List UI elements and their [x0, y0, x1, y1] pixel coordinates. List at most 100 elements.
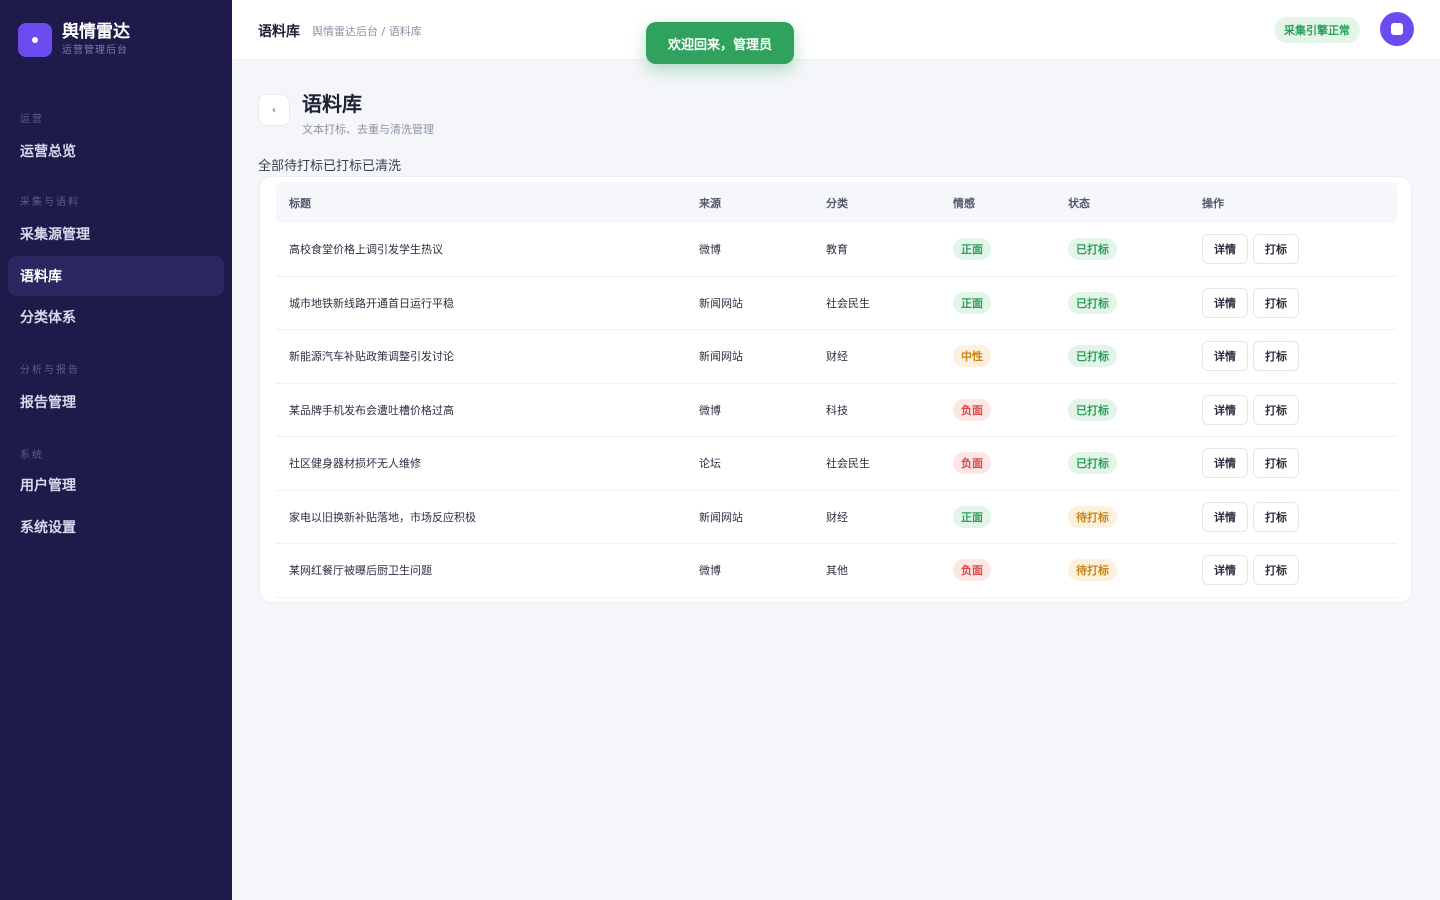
column-header-status: 状态 [1068, 196, 1090, 210]
detail-button[interactable]: 详情 [1202, 287, 1248, 318]
cell-title: 家电以旧换新补贴落地，市场反应积极 [289, 491, 476, 544]
status-badge: 已打标 [1068, 398, 1117, 421]
cell-status: 已打标 [1068, 223, 1117, 276]
row-category: 财经 [826, 510, 848, 524]
row-title: 城市地铁新线路开通首日运行平稳 [289, 296, 454, 310]
detail-button[interactable]: 详情 [1202, 448, 1248, 479]
sidebar-item-users[interactable]: 用户管理 [8, 465, 224, 505]
cell-source: 微博 [699, 384, 721, 437]
tab-all[interactable]: 全部 [258, 155, 284, 174]
cell-actions: 详情 打标 [1202, 491, 1304, 544]
row-title: 某品牌手机发布会遭吐槽价格过高 [289, 403, 454, 417]
row-title: 新能源汽车补贴政策调整引发讨论 [289, 350, 454, 364]
sidebar-item-reports[interactable]: 报告管理 [8, 382, 224, 422]
nav-group-label: 分析与报告 [20, 365, 80, 376]
engine-status-badge: 采集引擎正常 [1274, 17, 1360, 43]
cell-actions: 详情 打标 [1202, 277, 1304, 330]
nav-group-label: 运营 [20, 114, 44, 125]
breadcrumb: 舆情雷达后台 / 语料库 [312, 25, 422, 38]
radar-logo-icon [18, 23, 52, 57]
row-source: 论坛 [699, 457, 721, 471]
column-header-title: 标题 [289, 196, 311, 210]
label-button[interactable]: 打标 [1253, 501, 1299, 532]
page-subtitle: 文本打标、去重与清洗管理 [302, 123, 434, 136]
tab-pending[interactable]: 待打标 [284, 155, 323, 174]
corpus-table-card: 标题 来源 分类 情感 状态 操作 高校食堂价格上调引发学生热议 微博 教育 正面 已打… [259, 176, 1412, 603]
sentiment-badge: 中性 [953, 345, 991, 368]
sidebar-item-settings[interactable]: 系统设置 [8, 507, 224, 547]
tab-labeled[interactable]: 已打标 [323, 155, 362, 174]
cell-sentiment: 负面 [953, 437, 991, 490]
status-badge: 已打标 [1068, 452, 1117, 475]
label-button[interactable]: 打标 [1253, 555, 1299, 586]
cell-source: 新闻网站 [699, 330, 743, 383]
detail-button[interactable]: 详情 [1202, 341, 1248, 372]
cell-actions: 详情 打标 [1202, 437, 1304, 490]
corpus-table: 标题 来源 分类 情感 状态 操作 高校食堂价格上调引发学生热议 微博 教育 正面 已打… [276, 182, 1397, 598]
label-button[interactable]: 打标 [1253, 234, 1299, 265]
row-title: 社区健身器材损坏无人维修 [289, 457, 421, 471]
cell-sentiment: 中性 [953, 330, 991, 383]
table-header: 标题 来源 分类 情感 状态 操作 [276, 182, 1397, 223]
nav-group-label: 采集与语料 [20, 197, 80, 208]
sidebar-item-taxonomy[interactable]: 分类体系 [8, 297, 224, 337]
row-source: 微博 [699, 243, 721, 257]
sentiment-badge: 正面 [953, 291, 991, 314]
sidebar: 舆情雷达 运营管理后台 运营 运营总览 采集与语料 采集源管理 语料库 分类体系… [0, 0, 232, 900]
cell-title: 某网红餐厅被曝后厨卫生问题 [289, 544, 432, 597]
detail-button[interactable]: 详情 [1202, 501, 1248, 532]
status-badge: 已打标 [1068, 238, 1117, 261]
back-button[interactable]: ‹ [258, 94, 290, 126]
sidebar-item-overview[interactable]: 运营总览 [8, 131, 224, 171]
status-badge: 已打标 [1068, 291, 1117, 314]
detail-button[interactable]: 详情 [1202, 555, 1248, 586]
cell-status: 已打标 [1068, 277, 1117, 330]
detail-button[interactable]: 详情 [1202, 234, 1248, 265]
label-button[interactable]: 打标 [1253, 341, 1299, 372]
cell-sentiment: 正面 [953, 223, 991, 276]
cell-category: 财经 [826, 330, 848, 383]
table-row: 社区健身器材损坏无人维修 论坛 社会民生 负面 已打标 详情 打标 [276, 437, 1397, 491]
cell-category: 其他 [826, 544, 848, 597]
label-button[interactable]: 打标 [1253, 448, 1299, 479]
column-header-sentiment: 情感 [953, 196, 975, 210]
sidebar-item-corpus[interactable]: 语料库 [8, 256, 224, 296]
row-category: 社会民生 [826, 296, 870, 310]
cell-sentiment: 负面 [953, 544, 991, 597]
cell-source: 微博 [699, 223, 721, 276]
column-header-category: 分类 [826, 196, 848, 210]
detail-button[interactable]: 详情 [1202, 394, 1248, 425]
cell-actions: 详情 打标 [1202, 384, 1304, 437]
label-button[interactable]: 打标 [1253, 287, 1299, 318]
cell-actions: 详情 打标 [1202, 330, 1304, 383]
filter-tabs: 全部 待打标 已打标 已清洗 [258, 155, 401, 174]
user-avatar[interactable] [1380, 12, 1414, 46]
sidebar-item-sources[interactable]: 采集源管理 [8, 214, 224, 254]
cell-status: 已打标 [1068, 437, 1117, 490]
row-source: 新闻网站 [699, 296, 743, 310]
cell-title: 高校食堂价格上调引发学生热议 [289, 223, 443, 276]
table-row: 某品牌手机发布会遭吐槽价格过高 微博 科技 负面 已打标 详情 打标 [276, 384, 1397, 437]
table-row: 某网红餐厅被曝后厨卫生问题 微博 其他 负面 待打标 详情 打标 [276, 544, 1397, 598]
cell-category: 教育 [826, 223, 848, 276]
cell-sentiment: 正面 [953, 277, 991, 330]
row-source: 微博 [699, 403, 721, 417]
table-row: 高校食堂价格上调引发学生热议 微博 教育 正面 已打标 详情 打标 [276, 223, 1397, 277]
sentiment-badge: 负面 [953, 559, 991, 582]
column-header-actions: 操作 [1202, 196, 1224, 210]
table-row: 城市地铁新线路开通首日运行平稳 新闻网站 社会民生 正面 已打标 详情 打标 [276, 277, 1397, 330]
brand-subtitle: 运营管理后台 [62, 45, 128, 56]
welcome-toast: 欢迎回来，管理员 [646, 22, 794, 64]
label-button[interactable]: 打标 [1253, 394, 1299, 425]
sentiment-badge: 负面 [953, 452, 991, 475]
cell-source: 新闻网站 [699, 277, 743, 330]
status-badge: 待打标 [1068, 505, 1117, 528]
cell-sentiment: 正面 [953, 491, 991, 544]
cell-title: 某品牌手机发布会遭吐槽价格过高 [289, 384, 454, 437]
brand-title: 舆情雷达 [62, 22, 130, 42]
tab-cleaned[interactable]: 已清洗 [362, 155, 401, 174]
cell-title: 新能源汽车补贴政策调整引发讨论 [289, 330, 454, 383]
column-header-source: 来源 [699, 196, 721, 210]
row-title: 某网红餐厅被曝后厨卫生问题 [289, 564, 432, 578]
cell-title: 城市地铁新线路开通首日运行平稳 [289, 277, 454, 330]
